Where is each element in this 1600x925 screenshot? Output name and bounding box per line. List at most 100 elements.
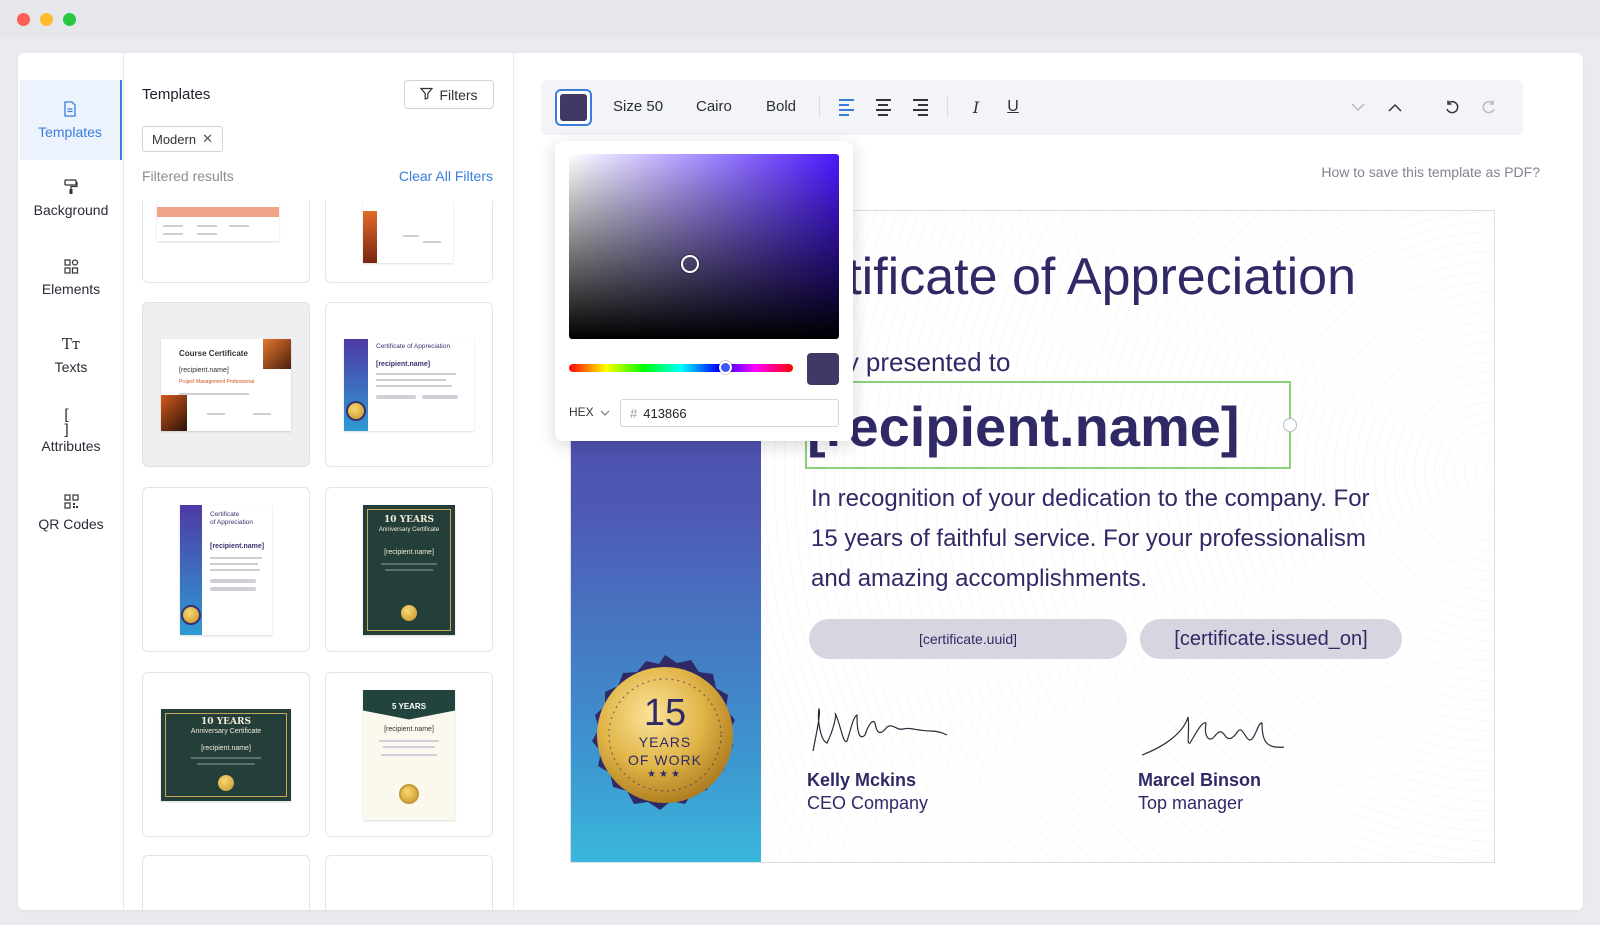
signature-icon bbox=[1141, 716, 1285, 756]
templates-panel: Templates Filters Modern ✕ Filtered resu… bbox=[124, 53, 514, 910]
template-card[interactable] bbox=[142, 201, 310, 283]
font-family-select[interactable]: Cairo bbox=[696, 98, 732, 115]
signer-role: CEO Company bbox=[807, 793, 929, 813]
thumb-title-b: of Appreciation bbox=[210, 518, 254, 526]
signature-icon bbox=[812, 707, 948, 752]
hue-slider-handle[interactable] bbox=[719, 361, 732, 374]
resize-handle[interactable] bbox=[1283, 418, 1297, 432]
hash-symbol: # bbox=[630, 405, 638, 421]
thumb-name: [recipient.name] bbox=[384, 725, 434, 733]
template-card[interactable] bbox=[142, 855, 310, 910]
seal-text: 15 YEARS OF WORK ★★★ bbox=[581, 651, 749, 819]
template-card[interactable]: 5 YEARS [recipient.name] bbox=[325, 672, 493, 837]
paint-roller-icon bbox=[62, 178, 80, 196]
font-weight-select[interactable]: Bold bbox=[766, 98, 796, 115]
chevron-down-icon[interactable] bbox=[1347, 96, 1369, 118]
thumb-title-a: Certificate bbox=[210, 510, 240, 518]
minimize-window-button[interactable] bbox=[40, 13, 53, 26]
certificate-uuid-field[interactable]: [certificate.uuid] bbox=[809, 619, 1127, 659]
signature-block-1[interactable]: Kelly Mckins CEO Company bbox=[807, 701, 957, 814]
certificate-issued-on-field[interactable]: [certificate.issued_on] bbox=[1140, 619, 1402, 659]
saturation-cursor[interactable] bbox=[681, 255, 699, 273]
clear-all-filters-link[interactable]: Clear All Filters bbox=[399, 168, 493, 184]
seal-line1: YEARS bbox=[638, 733, 692, 750]
template-card[interactable]: Certificate of Appreciation [recipient.n… bbox=[325, 302, 493, 467]
template-card[interactable]: 10 YEARS Anniversary Certificate [recipi… bbox=[325, 487, 493, 652]
signer-name: Kelly Mckins bbox=[807, 770, 917, 790]
align-left-icon[interactable] bbox=[835, 96, 857, 118]
template-card[interactable]: Certificate of Appreciation [recipient.n… bbox=[142, 487, 310, 652]
thumb-sub: Anniversary Certificate bbox=[378, 526, 440, 533]
sidebar-item-attributes[interactable]: [ ] Attributes bbox=[20, 394, 122, 474]
text-color-button[interactable] bbox=[555, 89, 592, 126]
sidebar-item-label: Texts bbox=[54, 359, 88, 375]
template-card[interactable]: 10 YEARS Anniversary Certificate [recipi… bbox=[142, 672, 310, 837]
save-as-pdf-help-link[interactable]: How to save this template as PDF? bbox=[1321, 164, 1540, 180]
sidebar-item-background[interactable]: Background bbox=[20, 158, 122, 238]
thumb-years: 10 YEARS bbox=[384, 514, 434, 525]
signature-block-2[interactable]: Marcel Binson Top manager bbox=[1138, 701, 1288, 814]
seal-number: 15 bbox=[643, 691, 687, 734]
remove-filter-icon[interactable]: ✕ bbox=[202, 131, 213, 147]
sidebar-item-label: QR Codes bbox=[38, 516, 104, 532]
align-center-icon[interactable] bbox=[872, 96, 894, 118]
sidebar-item-label: Elements bbox=[41, 281, 101, 297]
recipient-name-text[interactable]: [recipient.name] bbox=[807, 394, 1240, 459]
chevron-up-icon[interactable] bbox=[1384, 96, 1406, 118]
seal-line2: OF WORK bbox=[628, 751, 702, 768]
window-titlebar bbox=[0, 0, 1600, 38]
certificate-body-text[interactable]: In recognition of your dedication to the… bbox=[811, 479, 1391, 599]
thumb-name: [recipient.name] bbox=[376, 360, 431, 368]
filtered-results-label: Filtered results bbox=[142, 168, 234, 184]
template-card[interactable] bbox=[325, 201, 493, 283]
thumb-name: [recipient.name] bbox=[210, 542, 265, 550]
hue-slider[interactable] bbox=[569, 361, 793, 374]
filters-button[interactable]: Filters bbox=[404, 80, 494, 109]
qr-code-icon bbox=[62, 492, 80, 510]
filter-icon bbox=[420, 87, 434, 103]
sidebar-item-label: Templates bbox=[38, 124, 102, 140]
template-thumbnail: Certificate of Appreciation [recipient.n… bbox=[180, 504, 272, 635]
color-format-label: HEX bbox=[569, 405, 594, 419]
text-icon: Tт bbox=[61, 334, 81, 353]
template-thumbnail: 5 YEARS [recipient.name] bbox=[363, 689, 455, 820]
template-card[interactable]: Course Certificate [recipient.name] Proj… bbox=[142, 302, 310, 467]
thumb-years: 5 YEARS bbox=[391, 701, 427, 711]
color-format-select[interactable]: HEX bbox=[569, 405, 610, 419]
close-window-button[interactable] bbox=[17, 13, 30, 26]
italic-icon[interactable]: I bbox=[965, 96, 987, 118]
sidebar-item-qr-codes[interactable]: QR Codes bbox=[20, 472, 122, 552]
sidebar-item-templates[interactable]: Templates bbox=[20, 80, 122, 160]
sidebar-item-elements[interactable]: Elements bbox=[20, 237, 122, 317]
saturation-value-area[interactable] bbox=[569, 154, 839, 339]
brackets-icon: [ ] bbox=[62, 406, 72, 439]
sidebar-item-label: Attributes bbox=[41, 438, 101, 454]
template-card[interactable] bbox=[325, 855, 493, 910]
thumb-line: Project Management Professional bbox=[179, 378, 255, 385]
color-preview-swatch bbox=[807, 353, 839, 385]
thumb-sub: Anniversary Certificate bbox=[190, 727, 262, 735]
font-size-select[interactable]: Size 50 bbox=[613, 98, 663, 115]
redo-icon[interactable] bbox=[1478, 96, 1500, 118]
text-toolbar: Size 50 Cairo Bold I U bbox=[541, 80, 1523, 135]
sidebar: Templates Background Elements Tт Texts [… bbox=[18, 53, 124, 910]
template-thumbnail: Course Certificate [recipient.name] Proj… bbox=[161, 338, 291, 431]
hex-input[interactable] bbox=[643, 405, 824, 421]
maximize-window-button[interactable] bbox=[63, 13, 76, 26]
thumb-years: 10 YEARS bbox=[201, 716, 251, 727]
undo-icon[interactable] bbox=[1441, 96, 1463, 118]
thumb-title: Certificate of Appreciation bbox=[376, 342, 451, 350]
sidebar-item-texts[interactable]: Tт Texts bbox=[20, 315, 122, 395]
chevron-down-icon bbox=[600, 405, 610, 419]
align-right-icon[interactable] bbox=[909, 96, 931, 118]
app-window: Templates Background Elements Tт Texts [… bbox=[18, 53, 1583, 910]
certificate-title[interactable]: ertificate of Appreciation bbox=[801, 247, 1356, 307]
text-color-swatch bbox=[560, 94, 587, 121]
filter-chip-label: Modern bbox=[152, 131, 197, 147]
thumb-name: [recipient.name] bbox=[179, 366, 229, 374]
template-thumbnail: 10 YEARS Anniversary Certificate [recipi… bbox=[363, 504, 455, 635]
underline-icon[interactable]: U bbox=[1002, 96, 1024, 118]
filter-chip: Modern ✕ bbox=[142, 126, 223, 152]
seal-stars: ★★★ bbox=[647, 768, 683, 780]
file-icon bbox=[61, 100, 79, 118]
